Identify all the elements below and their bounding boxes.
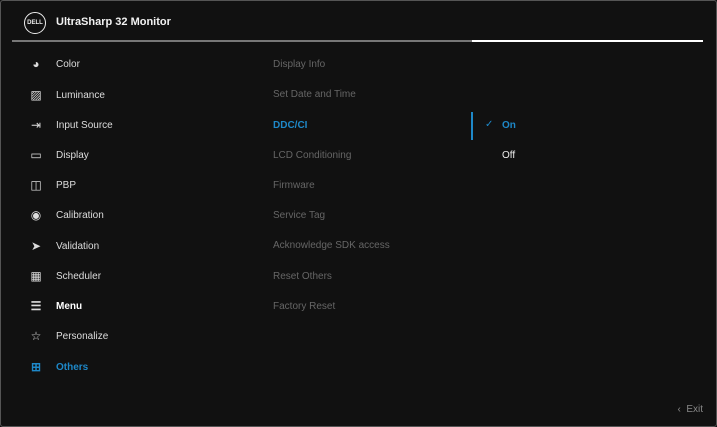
sidebar-item-pbp[interactable]: ◫ PBP [28,175,76,195]
submenu-display-info[interactable]: Display Info [273,59,325,70]
star-icon: ☆ [30,329,42,343]
submenu-set-date-time[interactable]: Set Date and Time [273,89,356,100]
chevron-left-icon: ‹ [677,404,687,415]
sidebar-item-luminance[interactable]: ▨ Luminance [28,85,105,105]
exit-button[interactable]: ‹ Exit [677,404,703,415]
header-divider [12,40,472,42]
submenu-firmware[interactable]: Firmware [273,180,315,191]
target-icon: ◉ [30,208,42,222]
monitor-icon: ▭ [30,148,42,162]
submenu-reset-others[interactable]: Reset Others [273,271,332,282]
submenu-acknowledge-sdk[interactable]: Acknowledge SDK access [273,240,390,251]
sidebar-item-input-source[interactable]: ⇥ Input Source [28,115,113,135]
image-icon: ▨ [30,88,42,102]
submenu-ddc-ci[interactable]: DDC/CI [273,120,307,131]
check-icon: ✓ [485,119,494,130]
sidebar-item-personalize[interactable]: ☆ Personalize [28,326,109,346]
osd-frame [0,0,717,427]
validation-icon: ➤ [30,239,42,253]
sidebar-item-others[interactable]: ⊞ Others [28,357,88,377]
submenu-factory-reset[interactable]: Factory Reset [273,301,335,312]
monitor-title: UltraSharp 32 Monitor [56,16,171,28]
grid-icon: ▦ [30,269,42,283]
menu-icon: ☰ [30,299,42,313]
sidebar-item-validation[interactable]: ➤ Validation [28,236,99,256]
palette-icon: ◕ [32,57,40,71]
split-screen-icon: ◫ [30,178,42,192]
dell-logo: DELL [24,12,46,34]
sidebar-item-menu[interactable]: ☰ Menu [28,296,83,316]
sidebar-item-color[interactable]: ◕ Color [28,54,80,74]
submenu-service-tag[interactable]: Service Tag [273,210,325,221]
submenu-lcd-conditioning[interactable]: LCD Conditioning [273,150,351,161]
input-icon: ⇥ [30,118,42,132]
sidebar-item-scheduler[interactable]: ▦ Scheduler [28,266,101,286]
header-divider-highlight [472,40,703,42]
selection-indicator [471,112,473,140]
sidebar-item-calibration[interactable]: ◉ Calibration [28,205,104,225]
sidebar-item-display[interactable]: ▭ Display [28,145,88,165]
option-on[interactable]: On [502,120,516,131]
others-icon: ⊞ [30,360,42,374]
option-off[interactable]: Off [502,150,515,161]
